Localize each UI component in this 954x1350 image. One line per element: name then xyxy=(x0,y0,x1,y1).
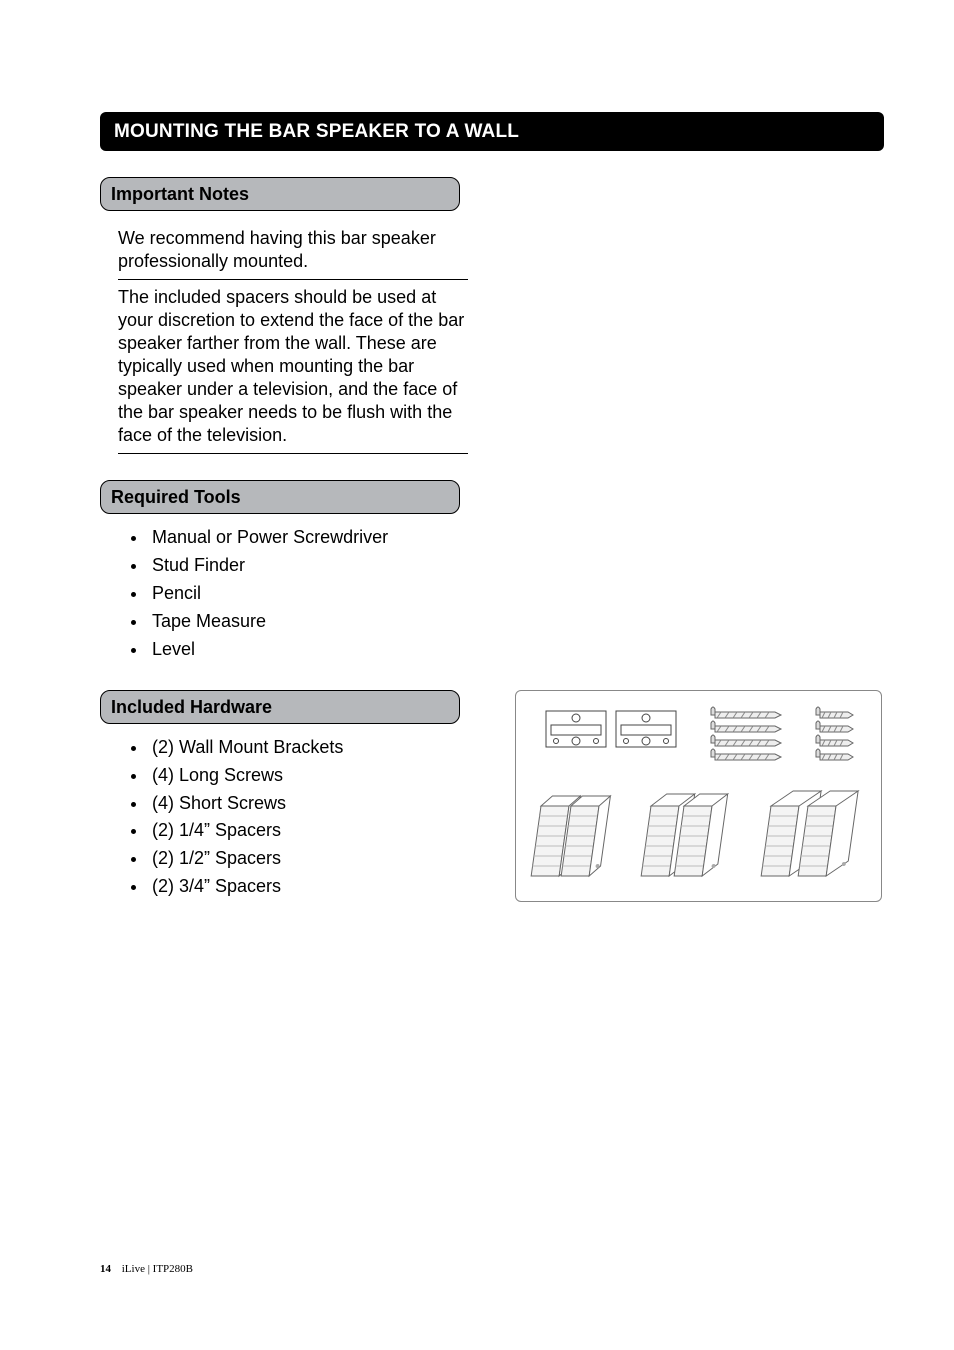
section-title-text: MOUNTING THE BAR SPEAKER TO A WALL xyxy=(114,121,519,142)
spacer-icon xyxy=(531,791,858,876)
bracket-icon xyxy=(616,711,676,747)
divider xyxy=(118,453,468,454)
important-notes-body: We recommend having this bar speaker pro… xyxy=(118,221,468,454)
page-number: 14 xyxy=(100,1263,111,1275)
important-notes-para-2: The included spacers should be used at y… xyxy=(118,280,468,453)
included-hardware-list: (2) Wall Mount Brackets (4) Long Screws … xyxy=(118,734,478,901)
list-item: (2) 3/4” Spacers xyxy=(148,873,478,901)
list-item: Tape Measure xyxy=(148,608,478,636)
list-item: Manual or Power Screwdriver xyxy=(148,524,478,552)
bracket-icon xyxy=(546,711,606,747)
list-item: (4) Long Screws xyxy=(148,762,478,790)
required-tools-heading: Required Tools xyxy=(100,480,460,514)
included-hardware-diagram-container xyxy=(515,690,882,902)
included-hardware-row: Included Hardware (2) Wall Mount Bracket… xyxy=(100,664,884,902)
required-tools-list: Manual or Power Screwdriver Stud Finder … xyxy=(118,524,478,663)
included-hardware-heading-text: Included Hardware xyxy=(111,697,272,717)
important-notes-para-1: We recommend having this bar speaker pro… xyxy=(118,221,468,279)
short-screw-icon xyxy=(816,707,853,760)
list-item: (2) 1/4” Spacers xyxy=(148,817,478,845)
long-screw-icon xyxy=(711,707,781,760)
required-tools-heading-text: Required Tools xyxy=(111,487,241,507)
list-item: (2) Wall Mount Brackets xyxy=(148,734,478,762)
important-notes-heading: Important Notes xyxy=(100,177,460,211)
hardware-diagram xyxy=(515,690,882,902)
list-item: Pencil xyxy=(148,580,478,608)
list-item: Level xyxy=(148,636,478,664)
important-notes-heading-text: Important Notes xyxy=(111,184,249,204)
list-item: Stud Finder xyxy=(148,552,478,580)
list-item: (4) Short Screws xyxy=(148,790,478,818)
included-hardware-left: Included Hardware (2) Wall Mount Bracket… xyxy=(100,664,495,901)
list-item: (2) 1/2” Spacers xyxy=(148,845,478,873)
page-footer: 14 iLive | ITP280B xyxy=(100,1263,193,1275)
section-title-bar: MOUNTING THE BAR SPEAKER TO A WALL xyxy=(100,112,884,151)
included-hardware-heading: Included Hardware xyxy=(100,690,460,724)
page: MOUNTING THE BAR SPEAKER TO A WALL Impor… xyxy=(0,0,954,1350)
footer-brand: iLive | ITP280B xyxy=(122,1263,193,1275)
